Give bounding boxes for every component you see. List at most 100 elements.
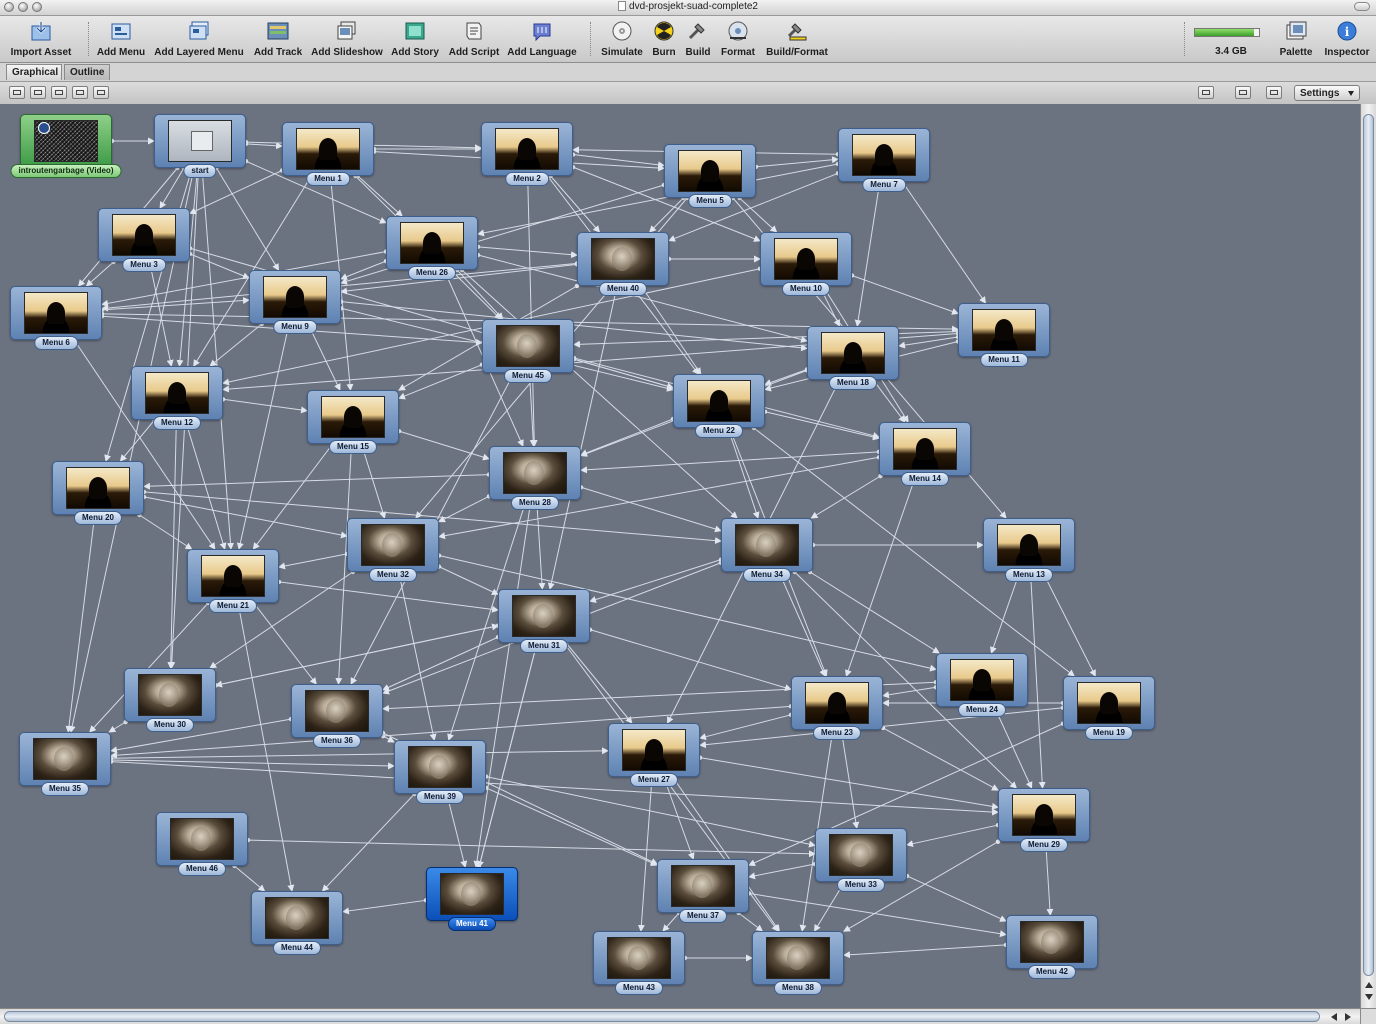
resize-corner[interactable] [1360, 1008, 1376, 1024]
horizontal-scroll-thumb[interactable] [4, 1011, 1320, 1022]
menu-node-m24[interactable]: Menu 24 [936, 653, 1028, 721]
burn-icon [652, 20, 676, 42]
add-layered-menu-button[interactable]: Add Layered Menu [152, 18, 246, 60]
link-m22-m28 [580, 418, 674, 457]
menu-node-m35[interactable]: Menu 35 [19, 732, 111, 800]
menu-node-m21[interactable]: Menu 21 [187, 549, 279, 617]
menu-node-m15[interactable]: Menu 15 [307, 390, 399, 458]
menu-node-m30[interactable]: Menu 30 [124, 668, 216, 736]
view-mode-1-button[interactable] [9, 86, 25, 99]
view-mode-5-button[interactable] [93, 86, 109, 99]
link-m7-m18 [854, 181, 881, 327]
settings-popup[interactable]: Settings [1294, 85, 1360, 101]
view-mode-3-button[interactable] [51, 86, 67, 99]
scroll-right-arrow[interactable] [1345, 1013, 1351, 1021]
graphical-canvas[interactable]: introutengarbage (Video) start Menu 1 Menu … [0, 104, 1360, 1008]
menu-node-m27[interactable]: Menu 27 [608, 723, 700, 791]
add-script-button[interactable]: Add Script [446, 18, 502, 60]
menu-node-m41[interactable]: Menu 41 [426, 867, 518, 935]
add-language-button[interactable]: Add Language [504, 18, 580, 60]
link-m23-m33 [840, 729, 860, 829]
node-label: Menu 18 [828, 376, 878, 390]
menu-node-m6[interactable]: Menu 6 [10, 286, 102, 354]
scroll-left-arrow[interactable] [1331, 1013, 1337, 1021]
arrange-button[interactable] [1198, 86, 1214, 99]
simulate-button[interactable]: Simulate [598, 18, 646, 60]
tab-outline[interactable]: Outline [64, 64, 110, 80]
scroll-down-arrow[interactable] [1365, 994, 1373, 1000]
node-frame [154, 114, 246, 168]
menu-node-m2[interactable]: Menu 2 [481, 122, 573, 190]
link-m31-m23 [589, 629, 792, 691]
tab-graphical[interactable]: Graphical [6, 64, 62, 80]
node-label: Menu 12 [152, 416, 202, 430]
menu-node-m9[interactable]: Menu 9 [249, 270, 341, 338]
simulate-icon [610, 20, 634, 42]
burn-button[interactable]: Burn [650, 18, 678, 60]
menu-node-m3[interactable]: Menu 3 [98, 208, 190, 276]
node-label: Menu 42 [1027, 965, 1077, 979]
menu-node-m7[interactable]: Menu 7 [838, 128, 930, 196]
menu-node-m32[interactable]: Menu 32 [347, 518, 439, 586]
build-format-button[interactable]: Build/Format [764, 18, 830, 60]
menu-node-m43[interactable]: Menu 43 [593, 931, 685, 999]
add-story-button[interactable]: Add Story [388, 18, 442, 60]
menu-node-m10[interactable]: Menu 10 [760, 232, 852, 300]
build-button[interactable]: Build [682, 18, 714, 60]
menu-node-m42[interactable]: Menu 42 [1006, 915, 1098, 983]
vertical-scroll-thumb[interactable] [1363, 114, 1374, 976]
inspector-button[interactable]: i Inspector [1322, 18, 1372, 60]
menu-node-m28[interactable]: Menu 28 [489, 446, 581, 514]
menu-node-m23[interactable]: Menu 23 [791, 676, 883, 744]
node-label: Menu 28 [510, 496, 560, 510]
menu-node-m13[interactable]: Menu 13 [983, 518, 1075, 586]
menu-node-m29[interactable]: Menu 29 [998, 788, 1090, 856]
view-mode-2-button[interactable] [30, 86, 46, 99]
menu-node-intro[interactable]: introutengarbage (Video) [10, 114, 122, 182]
menu-node-m11[interactable]: Menu 11 [958, 303, 1050, 371]
node-thumbnail [145, 372, 209, 414]
menu-node-m36[interactable]: Menu 36 [291, 684, 383, 752]
add-slideshow-button[interactable]: Add Slideshow [310, 18, 384, 60]
link-m27-m29 [699, 757, 999, 810]
node-frame [958, 303, 1050, 357]
add-menu-button[interactable]: Add Menu [92, 18, 150, 60]
menu-node-m45[interactable]: Menu 45 [482, 319, 574, 387]
lock-icon[interactable] [1266, 86, 1282, 99]
menu-node-m19[interactable]: Menu 19 [1063, 676, 1155, 744]
menu-node-m44[interactable]: Menu 44 [251, 891, 343, 959]
menu-node-m46[interactable]: Menu 46 [156, 812, 248, 880]
menu-node-m5[interactable]: Menu 5 [664, 144, 756, 212]
toolbar-toggle-button[interactable] [1354, 2, 1370, 11]
menu-node-m1[interactable]: Menu 1 [282, 122, 374, 190]
menu-node-m22[interactable]: Menu 22 [673, 374, 765, 442]
vertical-scrollbar[interactable] [1360, 104, 1376, 1008]
menu-node-m26[interactable]: Menu 26 [386, 216, 478, 284]
menu-node-start[interactable]: start [154, 114, 246, 182]
menu-node-m39[interactable]: Menu 39 [394, 740, 486, 808]
palette-button[interactable]: Palette [1276, 18, 1316, 60]
menu-node-m20[interactable]: Menu 20 [52, 461, 144, 529]
horizontal-scrollbar[interactable] [0, 1008, 1360, 1024]
format-button[interactable]: Format [716, 18, 760, 60]
menu-node-m31[interactable]: Menu 31 [498, 589, 590, 657]
menu-node-m18[interactable]: Menu 18 [807, 326, 899, 394]
node-label: Menu 1 [306, 172, 350, 186]
view-mode-4-button[interactable] [72, 86, 88, 99]
scroll-up-arrow[interactable] [1365, 982, 1373, 988]
fit-view-button[interactable] [1235, 86, 1251, 99]
menu-node-m12[interactable]: Menu 12 [131, 366, 223, 434]
menu-node-m34[interactable]: Menu 34 [721, 518, 813, 586]
menu-node-m33[interactable]: Menu 33 [815, 828, 907, 896]
node-frame [608, 723, 700, 777]
import-asset-button[interactable]: Import Asset [4, 18, 78, 60]
add-track-icon [266, 20, 290, 42]
menu-node-m14[interactable]: Menu 14 [879, 422, 971, 490]
link-m3-m12 [149, 261, 174, 367]
node-frame [291, 684, 383, 738]
node-label: Menu 39 [415, 790, 465, 804]
add-track-button[interactable]: Add Track [250, 18, 306, 60]
menu-node-m40[interactable]: Menu 40 [577, 232, 669, 300]
menu-node-m38[interactable]: Menu 38 [752, 931, 844, 999]
menu-node-m37[interactable]: Menu 37 [657, 859, 749, 927]
